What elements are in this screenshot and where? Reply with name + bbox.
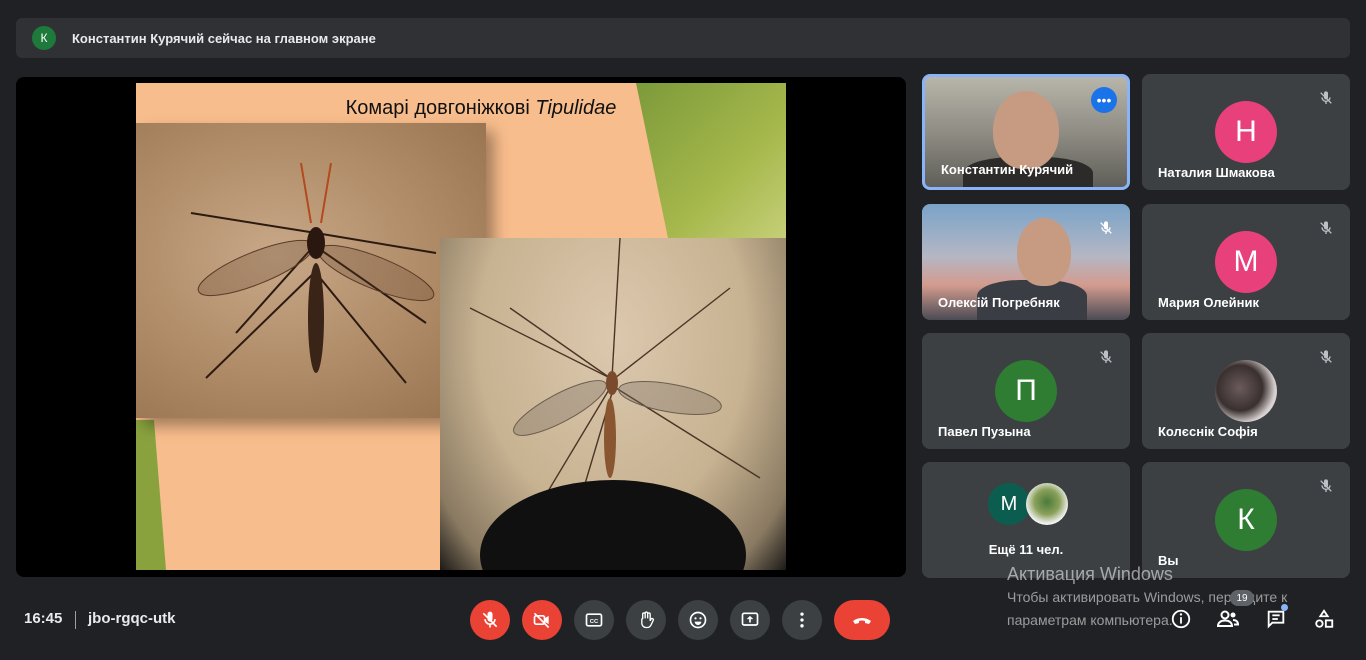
participant-name: Олексій Погребняк (938, 295, 1060, 310)
bottom-toolbar: 16:45 jbo-rgqc-utk CC 19 (0, 590, 1366, 650)
participant-tile-5[interactable]: Колєснік Софія (1142, 333, 1350, 449)
mic-toggle-button[interactable] (470, 600, 510, 640)
present-screen-button[interactable] (730, 600, 770, 640)
participant-tile-4[interactable]: П Павел Пузына (922, 333, 1130, 449)
participant-name: Павел Пузына (938, 424, 1031, 439)
presenting-text: Константин Курячий сейчас на главном экр… (72, 30, 376, 46)
avatar: М (1215, 231, 1277, 293)
participants-count-badge: 19 (1230, 590, 1254, 606)
presenting-banner: К Константин Курячий сейчас на главном э… (16, 18, 1350, 58)
chat-icon (1267, 610, 1285, 629)
crane-fly-photo-1 (136, 123, 486, 418)
reactions-button[interactable] (678, 600, 718, 640)
more-options-button[interactable] (782, 600, 822, 640)
mic-off-icon (1314, 474, 1338, 498)
present-icon (741, 612, 759, 626)
mic-off-icon (1314, 216, 1338, 240)
more-vert-icon (800, 612, 804, 628)
avatar: Н (1215, 101, 1277, 163)
meeting-details-button[interactable] (1168, 606, 1194, 632)
slide-title: Комарі довгоніжкові Tipulidae (345, 97, 617, 119)
mic-off-icon (1094, 216, 1118, 240)
people-icon (1216, 610, 1240, 627)
end-call-icon (853, 618, 871, 624)
more-participants-label: Ещё 11 чел. (988, 542, 1064, 557)
avatar: П (995, 360, 1057, 422)
participant-name: Колєснік Софія (1158, 424, 1258, 439)
info-icon (1171, 609, 1191, 629)
clock: 16:45 (24, 610, 63, 627)
divider (75, 611, 76, 629)
camera-off-icon (533, 612, 550, 629)
captions-icon: CC (585, 613, 603, 627)
more-participants-tile[interactable]: М Ещё 11 чел. (922, 462, 1130, 578)
slide: Комарі довгоніжкові Tipulidae (136, 83, 786, 570)
chat-notification-dot (1281, 604, 1288, 611)
mic-off-icon (1094, 345, 1118, 369)
participant-name: Мария Олейник (1158, 295, 1259, 310)
leave-call-button[interactable] (834, 600, 890, 640)
camera-toggle-button[interactable] (522, 600, 562, 640)
captions-button[interactable]: CC (574, 600, 614, 640)
crane-fly-photo-2 (440, 237, 786, 570)
avatar: М (988, 483, 1030, 525)
presenter-avatar: К (32, 26, 56, 50)
participant-name: Наталия Шмакова (1158, 165, 1275, 180)
mic-off-icon (1314, 86, 1338, 110)
emoji-icon (689, 611, 707, 629)
participant-tile-1[interactable]: Н Наталия Шмакова (1142, 74, 1350, 190)
slide-decoration-bottom (136, 420, 166, 570)
avatar-photo (1215, 360, 1277, 422)
participant-tile-2[interactable]: Олексій Погребняк (922, 204, 1130, 320)
activities-icon (1315, 609, 1334, 628)
mic-off-icon (482, 611, 498, 628)
avatar-photo (1026, 483, 1068, 525)
mic-off-icon (1314, 345, 1338, 369)
presentation-stage[interactable]: Комарі довгоніжкові Tipulidae (16, 77, 906, 577)
participant-tile-self[interactable]: К Вы (1142, 462, 1350, 578)
participants-button[interactable] (1215, 606, 1241, 632)
participant-tile-3[interactable]: М Мария Олейник (1142, 204, 1350, 320)
meeting-code: jbo-rgqc-utk (88, 610, 176, 627)
avatar: К (1215, 489, 1277, 551)
participant-name: Константин Курячий (941, 162, 1074, 177)
more-options-icon[interactable]: ••• (1091, 87, 1117, 113)
participant-tile-0[interactable]: ••• Константин Курячий (922, 74, 1130, 190)
hand-icon (641, 611, 654, 629)
svg-text:CC: CC (590, 619, 599, 625)
raise-hand-button[interactable] (626, 600, 666, 640)
activities-button[interactable] (1311, 606, 1337, 632)
